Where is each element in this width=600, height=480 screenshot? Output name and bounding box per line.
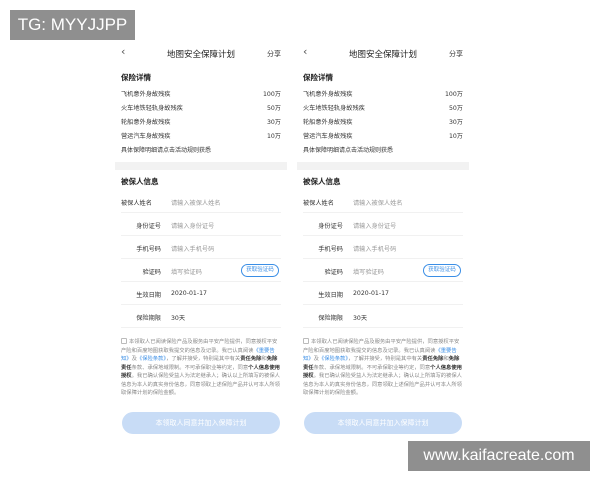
join-plan-button[interactable]: 本领取人同意并加入保障计划 — [122, 412, 280, 434]
date-value: 2020-01-17 — [353, 290, 389, 297]
name-label: 被保人姓名 — [303, 200, 334, 207]
join-plan-button[interactable]: 本领取人同意并加入保障计划 — [304, 412, 462, 434]
phone-screen-right: ‹ 地图安全保障计划 分享 保险详情 飞机意外身故残疾 100万 火车地铁轻轨身… — [297, 40, 469, 438]
agreement-text: 本领取人已阅读保险产品及服务由平安产险提供，同意授权平安产险和百度地图获取我提交… — [121, 338, 280, 396]
period-field: 保险期限 30天 — [303, 305, 463, 328]
code-label: 验证码 — [324, 269, 343, 276]
page-title: 地图安全保障计划 — [166, 50, 235, 60]
activity-rules-link[interactable]: 具体保障明细请点击活动规则获悉 — [297, 142, 469, 156]
name-input[interactable]: 请输入被保人姓名 — [353, 198, 403, 207]
get-code-button[interactable]: 获取验证码 — [241, 264, 279, 277]
plan-item-name: 轮船意外身故残疾 — [303, 119, 353, 126]
name-field[interactable]: 被保人姓名 请输入被保人姓名 — [303, 190, 463, 213]
plan-item-name: 火车地铁轻轨身故残疾 — [121, 105, 183, 112]
phone-label: 手机号码 — [136, 246, 161, 253]
name-label: 被保人姓名 — [121, 200, 152, 207]
agree-checkbox[interactable] — [121, 338, 127, 344]
name-field[interactable]: 被保人姓名 请输入被保人姓名 — [121, 190, 281, 213]
code-input[interactable]: 填写验证码 — [353, 267, 384, 276]
phone-screen-left: ‹ 地图安全保障计划 分享 保险详情 飞机意外身故残疾 100万 火车地铁轻轨身… — [115, 40, 287, 438]
plan-item-amount: 50万 — [448, 105, 463, 112]
insured-section-title: 被保人信息 — [303, 177, 341, 186]
code-field[interactable]: 验证码 填写验证码 获取验证码 — [121, 259, 281, 282]
section-divider — [115, 162, 287, 170]
id-label: 身份证号 — [318, 223, 343, 230]
phone-field[interactable]: 手机号码 请输入手机号码 — [303, 236, 463, 259]
share-button[interactable]: 分享 — [267, 49, 281, 59]
plan-item-name: 营运汽车身故残疾 — [303, 133, 353, 140]
terms-link[interactable]: 《保险条款》 — [319, 356, 348, 362]
id-label: 身份证号 — [136, 223, 161, 230]
phone-input[interactable]: 请输入手机号码 — [353, 244, 396, 253]
nav-bar: ‹ 地图安全保障计划 分享 — [115, 40, 287, 66]
phone-label: 手机号码 — [318, 246, 343, 253]
plan-item-amount: 100万 — [263, 91, 281, 98]
period-label: 保险期限 — [318, 315, 343, 322]
date-label: 生效日期 — [136, 292, 161, 299]
plan-item: 轮船意外身故残疾 30万 — [115, 114, 287, 128]
plan-item: 火车地铁轻轨身故残疾 50万 — [115, 100, 287, 114]
watermark-top: TG: MYYJJPP — [10, 10, 135, 40]
page-title: 地图安全保障计划 — [348, 50, 417, 60]
id-input[interactable]: 请输入身份证号 — [171, 221, 214, 230]
plan-section-title: 保险详情 — [121, 73, 151, 82]
code-input[interactable]: 填写验证码 — [171, 267, 202, 276]
plan-item-name: 轮船意外身故残疾 — [121, 119, 171, 126]
phone-field[interactable]: 手机号码 请输入手机号码 — [121, 236, 281, 259]
date-label: 生效日期 — [318, 292, 343, 299]
watermark-bottom: www.kaifacreate.com — [408, 441, 590, 471]
plan-item: 营运汽车身故残疾 10万 — [115, 128, 287, 142]
id-field[interactable]: 身份证号 请输入身份证号 — [121, 213, 281, 236]
period-value: 30天 — [171, 315, 186, 322]
phone-input[interactable]: 请输入手机号码 — [171, 244, 214, 253]
agree-checkbox[interactable] — [303, 338, 309, 344]
plan-item: 火车地铁轻轨身故残疾 50万 — [297, 100, 469, 114]
date-field: 生效日期 2020-01-17 — [303, 282, 463, 305]
period-label: 保险期限 — [136, 315, 161, 322]
plan-item: 营运汽车身故残疾 10万 — [297, 128, 469, 142]
date-field: 生效日期 2020-01-17 — [121, 282, 281, 305]
id-field[interactable]: 身份证号 请输入身份证号 — [303, 213, 463, 236]
plan-item-amount: 10万 — [266, 133, 281, 140]
plan-item: 飞机意外身故残疾 100万 — [297, 86, 469, 100]
plan-item-amount: 30万 — [448, 119, 463, 126]
plan-item-amount: 100万 — [445, 91, 463, 98]
plan-section-title: 保险详情 — [303, 73, 333, 82]
section-divider — [297, 162, 469, 170]
get-code-button[interactable]: 获取验证码 — [423, 264, 461, 277]
name-input[interactable]: 请输入被保人姓名 — [171, 198, 221, 207]
date-value: 2020-01-17 — [171, 290, 207, 297]
code-label: 验证码 — [142, 269, 161, 276]
id-input[interactable]: 请输入身份证号 — [353, 221, 396, 230]
plan-item: 飞机意外身故残疾 100万 — [115, 86, 287, 100]
plan-item-name: 飞机意外身故残疾 — [121, 91, 171, 98]
plan-item-name: 火车地铁轻轨身故残疾 — [303, 105, 365, 112]
plan-item-name: 营运汽车身故残疾 — [121, 133, 171, 140]
activity-rules-link[interactable]: 具体保障明细请点击活动规则获悉 — [115, 142, 287, 156]
plan-item-amount: 30万 — [266, 119, 281, 126]
code-field[interactable]: 验证码 填写验证码 获取验证码 — [303, 259, 463, 282]
nav-bar: ‹ 地图安全保障计划 分享 — [297, 40, 469, 66]
share-button[interactable]: 分享 — [449, 49, 463, 59]
plan-item: 轮船意外身故残疾 30万 — [297, 114, 469, 128]
period-value: 30天 — [353, 315, 368, 322]
agreement-text: 本领取人已阅读保险产品及服务由平安产险提供，同意授权平安产险和百度地图获取我提交… — [303, 338, 462, 396]
plan-item-name: 飞机意外身故残疾 — [303, 91, 353, 98]
plan-item-amount: 50万 — [266, 105, 281, 112]
insured-section-title: 被保人信息 — [121, 177, 159, 186]
plan-item-amount: 10万 — [448, 133, 463, 140]
period-field: 保险期限 30天 — [121, 305, 281, 328]
terms-link[interactable]: 《保险条款》 — [137, 356, 166, 362]
